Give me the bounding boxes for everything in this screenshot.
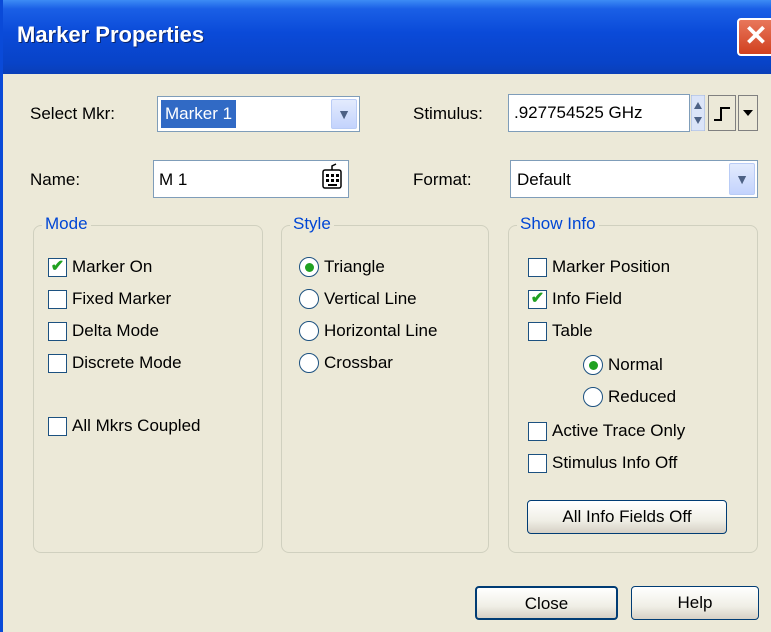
stimulus-info-off-checkbox[interactable]: Stimulus Info Off	[528, 453, 677, 473]
delta-mode-checkbox[interactable]: Delta Mode	[48, 321, 159, 341]
checkbox-label: Info Field	[552, 289, 622, 308]
style-vertical-line-radio[interactable]: Vertical Line	[299, 289, 417, 309]
checkbox-label: All Mkrs Coupled	[72, 416, 201, 435]
name-label: Name:	[30, 170, 81, 189]
chevron-down-icon[interactable]: ▼	[729, 163, 755, 195]
table-normal-radio[interactable]: Normal	[583, 355, 663, 375]
checkbox-box[interactable]	[528, 421, 547, 441]
style-crossbar-radio[interactable]: Crossbar	[299, 353, 393, 373]
radio-label: Horizontal Line	[324, 321, 438, 340]
radio-button[interactable]	[583, 387, 603, 407]
stimulus-value: .927754525 GHz	[514, 103, 643, 122]
marker-properties-dialog: Marker Properties ✕ Select Mkr: Marker 1…	[0, 0, 771, 632]
dialog-title: Marker Properties	[17, 22, 205, 47]
discrete-mode-checkbox[interactable]: Discrete Mode	[48, 353, 182, 373]
info-field-checkbox[interactable]: ✔ Info Field	[528, 289, 622, 309]
radio-label: Vertical Line	[324, 289, 417, 308]
format-label: Format:	[413, 170, 472, 189]
style-horizontal-line-radio[interactable]: Horizontal Line	[299, 321, 437, 341]
style-triangle-radio[interactable]: Triangle	[299, 257, 385, 277]
select-mkr-label: Select Mkr:	[30, 104, 116, 123]
checkbox-label: Discrete Mode	[72, 353, 182, 372]
format-value: Default	[517, 170, 571, 189]
step-button[interactable]	[708, 95, 736, 131]
all-info-fields-off-button[interactable]: All Info Fields Off	[527, 500, 727, 534]
name-value: M 1	[159, 170, 188, 189]
radio-button[interactable]	[299, 321, 319, 341]
checkbox-box[interactable]	[528, 257, 547, 277]
checkbox-box[interactable]	[48, 353, 67, 373]
checkbox-label: Stimulus Info Off	[552, 453, 678, 472]
checkbox-box[interactable]	[48, 416, 67, 436]
title-bar[interactable]: Marker Properties ✕	[3, 0, 771, 74]
stimulus-spinner[interactable]	[690, 94, 706, 132]
checkbox-label: Active Trace Only	[552, 421, 686, 440]
spin-arrows-icon	[690, 94, 706, 132]
checkbox-box[interactable]: ✔	[48, 257, 67, 277]
radio-button[interactable]	[583, 355, 603, 375]
close-button[interactable]: Close	[475, 586, 618, 620]
checkbox-box[interactable]	[528, 321, 547, 341]
dropdown-arrow-icon	[743, 110, 753, 116]
stimulus-label: Stimulus:	[413, 104, 483, 123]
show-info-group-title: Show Info	[517, 214, 599, 234]
close-window-button[interactable]: ✕	[737, 18, 771, 56]
help-button[interactable]: Help	[631, 586, 759, 620]
radio-label: Crossbar	[324, 353, 393, 372]
mode-group-title: Mode	[42, 214, 91, 234]
checkbox-box[interactable]	[528, 453, 547, 473]
all-mkrs-coupled-checkbox[interactable]: All Mkrs Coupled	[48, 416, 201, 436]
stimulus-menu-button[interactable]	[738, 95, 758, 131]
radio-label: Reduced	[608, 387, 677, 406]
chevron-down-icon[interactable]: ▼	[331, 99, 357, 129]
radio-label: Normal	[608, 355, 663, 374]
keyboard-button[interactable]	[316, 162, 348, 196]
step-icon	[714, 107, 730, 121]
stimulus-input[interactable]: .927754525 GHz	[508, 94, 690, 132]
close-icon: ✕	[744, 20, 768, 51]
select-mkr-value: Marker 1	[161, 100, 237, 128]
active-trace-only-checkbox[interactable]: Active Trace Only	[528, 421, 685, 441]
checkbox-box[interactable]: ✔	[528, 289, 547, 309]
radio-button[interactable]	[299, 257, 319, 277]
marker-position-checkbox[interactable]: Marker Position	[528, 257, 670, 277]
radio-button[interactable]	[299, 289, 319, 309]
marker-on-checkbox[interactable]: ✔ Marker On	[48, 257, 152, 277]
checkbox-label: Fixed Marker	[72, 289, 172, 308]
style-group-title: Style	[290, 214, 334, 234]
checkbox-label: Marker Position	[552, 257, 671, 276]
radio-label: Triangle	[324, 257, 385, 276]
checkbox-box[interactable]	[48, 321, 67, 341]
checkbox-label: Delta Mode	[72, 321, 159, 340]
table-checkbox[interactable]: Table	[528, 321, 593, 341]
checkbox-box[interactable]	[48, 289, 67, 309]
radio-button[interactable]	[299, 353, 319, 373]
format-dropdown[interactable]: Default ▼	[510, 160, 758, 198]
checkbox-label: Marker On	[72, 257, 153, 276]
select-mkr-dropdown[interactable]: Marker 1 ▼	[157, 96, 360, 132]
keyboard-icon	[322, 163, 342, 189]
fixed-marker-checkbox[interactable]: Fixed Marker	[48, 289, 171, 309]
checkbox-label: Table	[552, 321, 593, 340]
table-reduced-radio[interactable]: Reduced	[583, 387, 676, 407]
